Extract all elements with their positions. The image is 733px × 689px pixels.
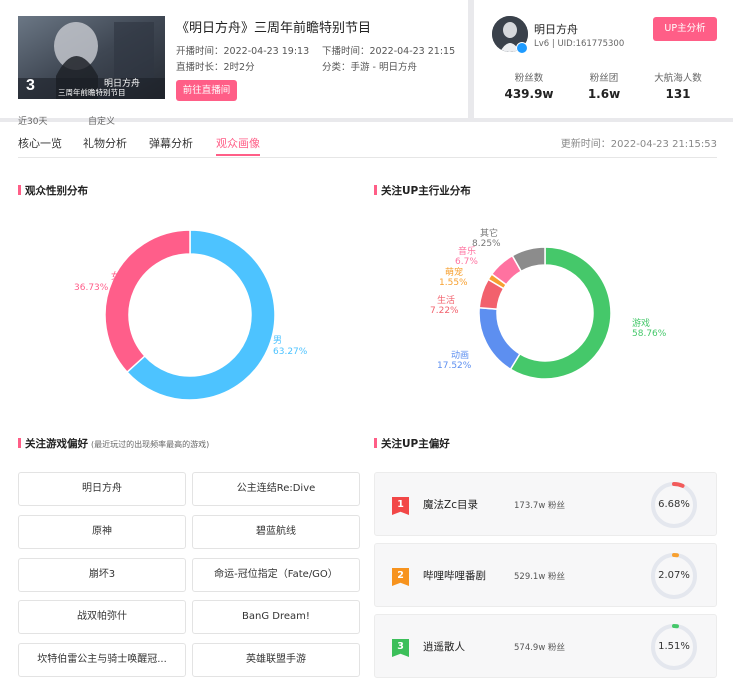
gender-donut-chart [104,229,276,401]
industry-value-other: 8.25% [472,239,501,249]
industry-value-life: 7.22% [430,306,459,316]
category-row: 分类：手游 - 明日方舟 [322,59,417,73]
duration-label: 直播时长： [176,62,224,73]
goto-live-room-button[interactable]: 前往直播间 [176,80,237,101]
rank-badge: 1 [392,497,409,515]
game-pref-subtitle: (最近玩过的出现频率最高的游戏) [91,440,210,449]
end-time-label: 下播时间： [322,46,370,57]
fan-club-label: 粉丝团 [589,73,619,84]
fan-club-value: 1.6w [587,87,621,101]
industry-label-music: 音乐 [458,247,477,257]
percent-text: 6.68% [658,499,690,510]
game-item[interactable]: 坎特伯雷公主与骑士唤醒冠... [18,643,186,677]
up-fans: 529.1w 粉丝 [514,572,565,582]
update-time-label: 更新时间： [560,139,611,150]
stream-title: 《明日方舟》三周年前瞻特别节目 [176,21,372,36]
gender-label-female: 女 [110,272,120,282]
duration-value: 2时2分 [223,62,255,73]
gender-value-female: 36.73% [74,283,109,293]
gender-label-male: 男 [273,336,283,346]
industry-label-other: 其它 [480,229,499,239]
start-time-label: 开播时间： [176,46,224,57]
hidden-tab-30days[interactable]: 近30天 [18,114,47,127]
game-pref-title: 关注游戏偏好 [25,438,88,450]
active-tab-indicator [216,154,260,156]
industry-label-game: 游戏 [632,319,651,329]
tab-gift-analysis[interactable]: 礼物分析 [83,135,127,151]
up-name[interactable]: 魔法Zc目录 [423,497,478,512]
gender-slice-1[interactable] [104,229,191,374]
up-pref-row[interactable]: 1 魔法Zc目录 173.7w 粉丝 6.68% [374,472,717,536]
end-time-value: 2022-04-23 21:15 [369,46,456,57]
game-item[interactable]: 公主连结Re:Dive [192,472,360,506]
cover-text-line2: 三周年前瞻特别节目 [58,88,126,97]
update-time-value: 2022-04-23 21:15:53 [610,139,717,150]
industry-slice-1[interactable] [478,306,521,371]
industry-value-pet: 1.55% [439,278,468,288]
percent-text: 2.07% [658,570,690,581]
game-item[interactable]: 明日方舟 [18,472,186,506]
streamer-level-uid: Lv6 | UID:161775300 [534,39,625,49]
game-item[interactable]: 命运-冠位指定（Fate/GO） [192,558,360,592]
fans-count-label: 粉丝数 [514,73,544,84]
up-fans: 574.9w 粉丝 [514,643,565,653]
up-pref-section-title: 关注UP主偏好 [374,436,450,451]
stream-cover-image[interactable]: 3 明日方舟 三周年前瞻特别节目 [18,16,165,99]
game-item[interactable]: 英雄联盟手游 [192,643,360,677]
up-analysis-button[interactable]: UP主分析 [653,17,717,41]
gender-section-title: 观众性别分布 [18,183,88,198]
game-item[interactable]: 崩坏3 [18,558,186,592]
guard-count-value: 131 [665,87,691,101]
end-time-row: 下播时间：2022-04-23 21:15 [322,43,455,57]
gender-value-male: 63.27% [273,347,308,357]
industry-section-title: 关注UP主行业分布 [374,183,471,198]
start-time-row: 开播时间：2022-04-23 19:13 [176,43,309,57]
start-time-value: 2022-04-23 19:13 [223,46,310,57]
update-time: 更新时间：2022-04-23 21:15:53 [561,135,717,150]
up-name[interactable]: 哔哩哔哩番剧 [423,568,486,583]
streamer-name: 明日方舟 [534,23,578,36]
duration-row: 直播时长：2时2分 [176,59,255,73]
rank-badge: 3 [392,639,409,657]
tab-overview[interactable]: 核心一览 [18,135,62,151]
industry-label-life: 生活 [437,296,456,306]
up-pref-row[interactable]: 3 逍遥散人 574.9w 粉丝 1.51% [374,614,717,678]
category-value: 手游 - 明日方舟 [350,62,417,73]
rank-badge: 2 [392,568,409,586]
industry-value-anime: 17.52% [437,361,472,371]
up-fans: 173.7w 粉丝 [514,501,565,511]
industry-value-music: 6.7% [455,257,478,267]
verified-badge-icon [516,42,528,54]
industry-value-game: 58.76% [632,329,667,339]
game-pref-section-title: 关注游戏偏好 (最近玩过的出现频率最高的游戏) [18,436,209,451]
hidden-tab-custom[interactable]: 自定义 [88,114,115,127]
tab-audience-profile[interactable]: 观众画像 [216,135,260,151]
game-item[interactable]: BanG Dream! [192,600,360,634]
game-item[interactable]: 战双帕弥什 [18,600,186,634]
up-name[interactable]: 逍遥散人 [423,639,465,654]
svg-text:3: 3 [26,77,35,94]
game-item[interactable]: 原神 [18,515,186,549]
game-item[interactable]: 碧蓝航线 [192,515,360,549]
guard-count-label: 大航海人数 [654,73,702,84]
category-label: 分类： [322,62,351,73]
industry-label-anime: 动画 [451,351,470,361]
percent-text: 1.51% [658,641,690,652]
up-pref-row[interactable]: 2 哔哩哔哩番剧 529.1w 粉丝 2.07% [374,543,717,607]
fans-count-value: 439.9w [504,87,554,101]
industry-label-pet: 萌宠 [445,268,464,278]
tab-danmaku-analysis[interactable]: 弹幕分析 [149,135,193,151]
